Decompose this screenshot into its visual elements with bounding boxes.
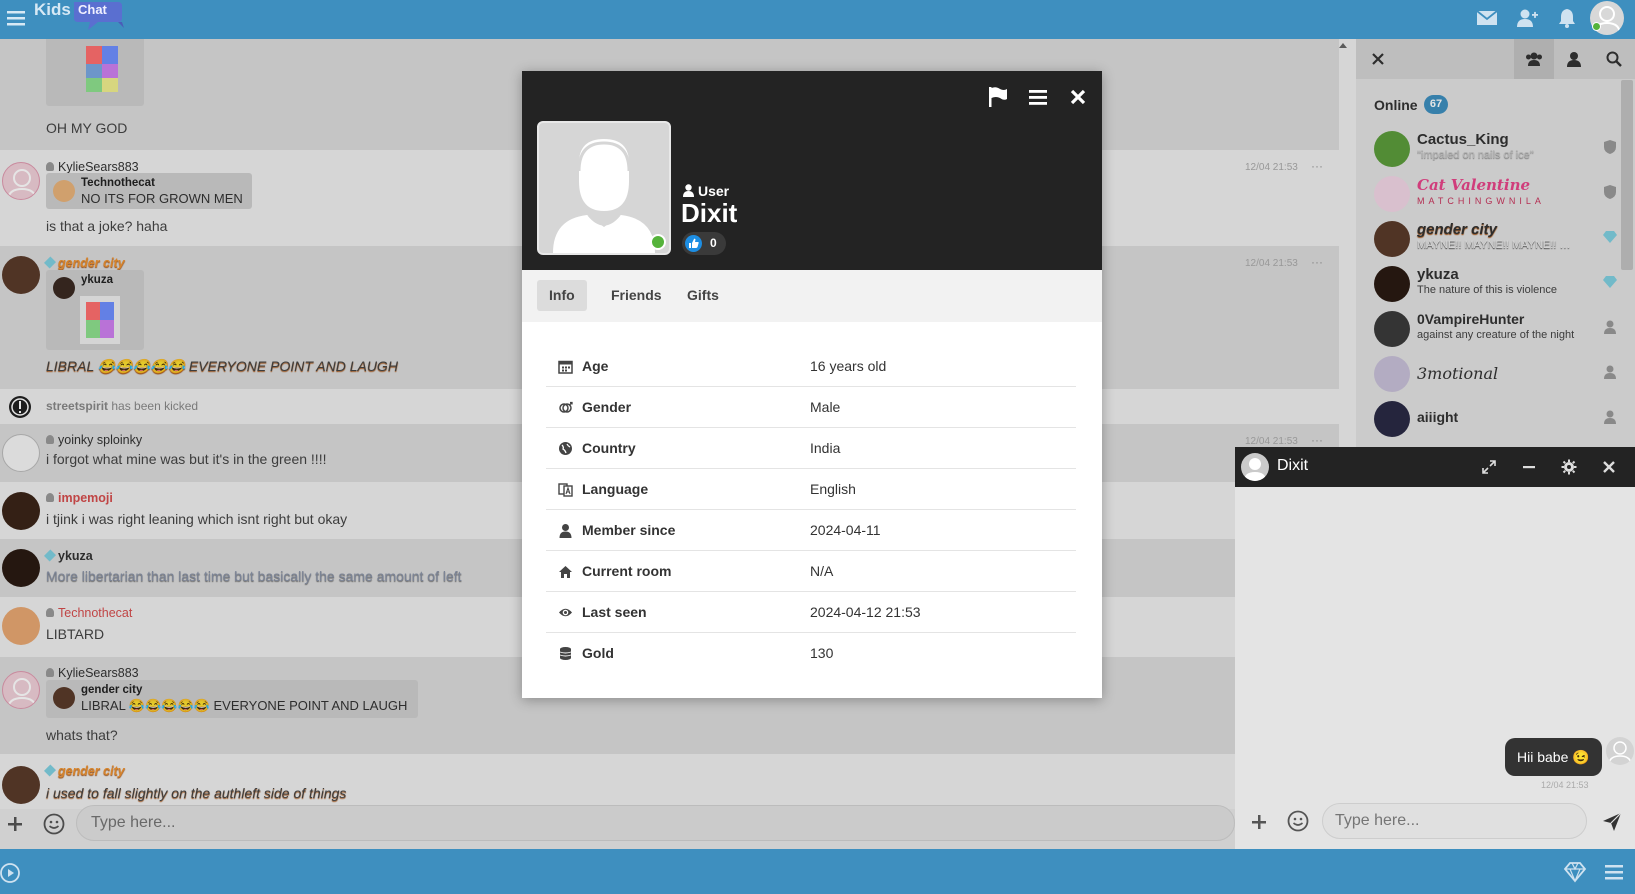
info-label: Current room (582, 563, 672, 579)
like-button[interactable]: 0 (682, 232, 726, 255)
notifications-bell-icon[interactable] (1556, 8, 1578, 28)
info-row-current-room: Current room N/A (546, 551, 1076, 592)
profile-modal: User Dixit 0 Info Friends Gifts Age 16 y… (522, 71, 1102, 698)
default-avatar-icon (1608, 741, 1632, 765)
profile-tabs: Info Friends Gifts (522, 270, 1102, 322)
profile-username: Dixit (681, 198, 738, 228)
user-icon (559, 524, 572, 538)
info-value: English (810, 481, 856, 497)
logo-kids-text: Kids (34, 0, 71, 19)
info-value: 16 years old (810, 358, 887, 374)
private-chat-header[interactable]: Dixit (1235, 447, 1635, 487)
info-value: 130 (810, 645, 834, 661)
private-message-time: 12/04 21:53 (1541, 780, 1589, 790)
play-icon[interactable] (0, 863, 20, 883)
plus-icon[interactable] (1250, 813, 1268, 831)
private-chat-avatar[interactable] (1241, 453, 1269, 481)
eye-icon (559, 608, 572, 617)
tab-info[interactable]: Info (537, 280, 587, 311)
private-chat-username: Dixit (1277, 457, 1309, 474)
info-row-gold: Gold 130 (546, 633, 1076, 674)
info-label: Gold (582, 645, 614, 661)
diamond-icon[interactable] (1563, 861, 1587, 883)
my-status-dot (1592, 22, 1601, 31)
send-icon[interactable] (1601, 811, 1623, 833)
profile-header: User Dixit 0 (522, 71, 1102, 270)
report-flag-icon[interactable] (986, 85, 1010, 109)
info-label: Country (582, 440, 636, 456)
logo-chat-text: Chat (78, 2, 107, 17)
info-value: Male (810, 399, 841, 415)
emoji-icon[interactable] (1287, 810, 1309, 832)
minimize-icon[interactable] (1521, 459, 1537, 475)
bottom-bar (0, 849, 1635, 894)
like-count: 0 (710, 236, 717, 250)
info-value: N/A (810, 563, 834, 579)
info-value: 2024-04-12 21:53 (810, 604, 921, 620)
gender-icon (559, 401, 573, 413)
language-icon (558, 483, 573, 497)
calendar-icon (558, 360, 573, 374)
info-label: Last seen (582, 604, 647, 620)
profile-menu-icon[interactable] (1026, 85, 1050, 109)
info-row-age: Age 16 years old (546, 346, 1076, 387)
default-avatar-icon (553, 139, 655, 253)
coins-icon (559, 647, 572, 660)
default-avatar-icon (1244, 458, 1266, 481)
info-label: Age (582, 358, 609, 374)
thumbs-up-icon (685, 235, 702, 252)
gear-icon[interactable] (1561, 459, 1577, 475)
info-row-last-seen: Last seen 2024-04-12 21:53 (546, 592, 1076, 633)
profile-role-text: User (698, 183, 730, 199)
messages-icon[interactable] (1476, 8, 1498, 28)
info-value: 2024-04-11 (810, 522, 881, 538)
online-status-dot (650, 234, 666, 250)
close-icon[interactable] (1601, 459, 1617, 475)
globe-icon (559, 442, 572, 455)
profile-role: User (683, 183, 729, 199)
tab-friends[interactable]: Friends (599, 280, 674, 311)
home-icon (559, 566, 572, 578)
sender-avatar[interactable] (1606, 737, 1634, 765)
expand-icon[interactable] (1481, 459, 1497, 475)
tab-gifts[interactable]: Gifts (675, 280, 731, 311)
info-value: India (810, 440, 841, 456)
top-bar: Kids Chat (0, 0, 1635, 39)
profile-avatar[interactable] (537, 121, 671, 255)
private-message-bubble: Hii babe 😉 (1505, 738, 1602, 776)
close-icon[interactable] (1066, 85, 1090, 109)
profile-info-list: Age 16 years old Gender Male Country Ind… (546, 346, 1076, 674)
info-label: Gender (582, 399, 632, 415)
info-row-member-since: Member since 2024-04-11 (546, 510, 1076, 551)
info-row-country: Country India (546, 428, 1076, 469)
private-chat-window: Dixit Hii babe 😉 12/04 21:53 (1235, 447, 1635, 849)
private-chat-input[interactable] (1322, 803, 1587, 839)
friend-requests-icon[interactable] (1516, 8, 1538, 28)
info-row-gender: Gender Male (546, 387, 1076, 428)
info-label: Member since (582, 522, 676, 538)
side-menu-icon[interactable] (1604, 862, 1624, 882)
hamburger-menu-icon[interactable] (6, 8, 26, 28)
info-label: Language (582, 481, 649, 497)
user-role-icon (683, 184, 694, 197)
info-row-language: Language English (546, 469, 1076, 510)
